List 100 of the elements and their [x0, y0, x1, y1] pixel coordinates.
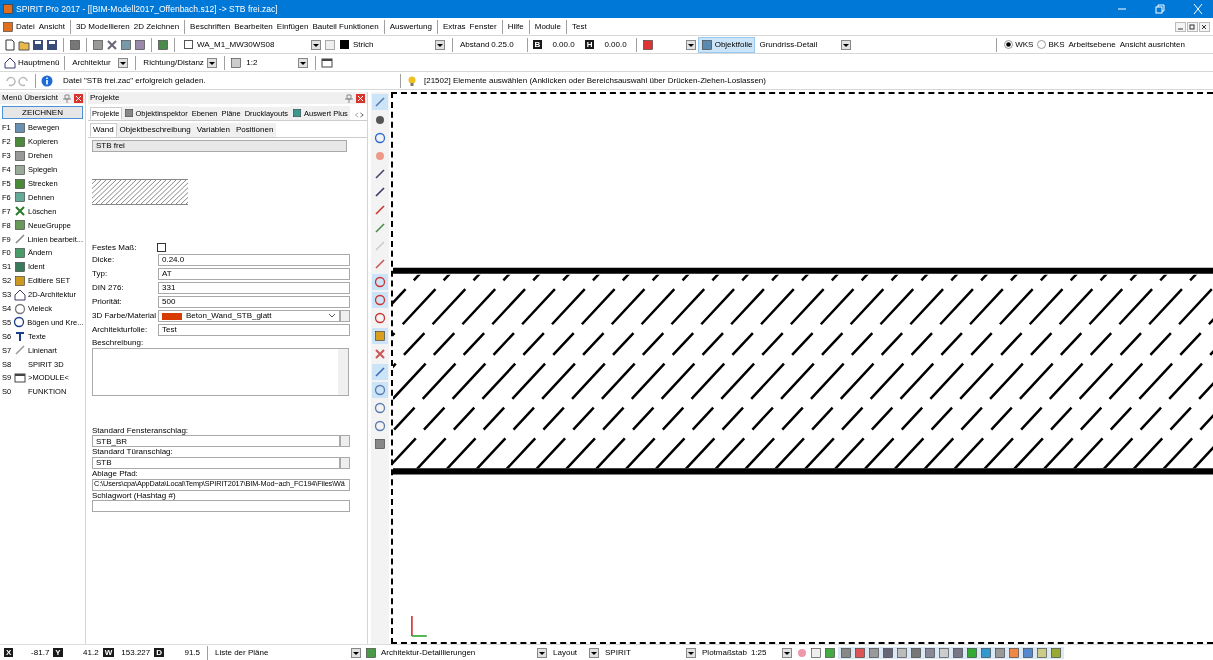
home-menu-button[interactable]: Hauptmenü	[4, 56, 60, 69]
toolbar-icon[interactable]	[909, 646, 922, 659]
style-dropdown[interactable]: SPIRIT	[603, 646, 699, 659]
coordinate-value: 91.5	[183, 647, 201, 658]
close-icon[interactable]	[74, 93, 83, 103]
toolbar-icon[interactable]	[1035, 646, 1048, 659]
text-field[interactable]: 331	[158, 282, 350, 295]
layer-checkbox[interactable]	[184, 40, 193, 49]
text-field[interactable]: STB_BR	[92, 435, 340, 448]
width-badge: B	[532, 39, 543, 50]
new-file-icon[interactable]	[4, 38, 16, 51]
material-dropdown[interactable]: Beton_Wand_STB_glatt	[158, 310, 340, 323]
text-field[interactable]: 500	[158, 296, 350, 309]
app-logo-icon	[2, 20, 14, 33]
scroll-right-icon[interactable]	[359, 110, 365, 120]
toolbar-icon[interactable]	[1007, 646, 1020, 659]
info-icon	[41, 74, 53, 87]
menu-item[interactable]: Auswertung	[387, 21, 434, 32]
menu-item[interactable]: Hilfe	[505, 21, 526, 32]
menu-item[interactable]: Ansicht	[36, 21, 67, 32]
lightbulb-icon	[406, 74, 418, 87]
objektfolie-button[interactable]: Objektfolie	[697, 36, 756, 53]
field-label: Dicke:	[92, 255, 116, 265]
coordinate-radio[interactable]: BKS	[1037, 39, 1065, 50]
toolbar-icon[interactable]	[853, 646, 866, 659]
plan-list-dropdown[interactable]: Liste der Pläne	[213, 646, 364, 659]
module-dropdown[interactable]: Architektur	[70, 56, 131, 69]
menu-item[interactable]: Test	[570, 21, 589, 32]
linetype-dropdown[interactable]: Strich	[351, 38, 447, 51]
save-icon[interactable]	[32, 38, 44, 51]
restore-icon[interactable]	[1153, 3, 1167, 15]
menu-item[interactable]: Fenster	[467, 21, 499, 32]
toolbar-icon[interactable]	[965, 646, 978, 659]
text-field[interactable]: Test	[158, 324, 350, 337]
zeichnen-button[interactable]: ZEICHNEN	[2, 106, 83, 119]
cut-icon[interactable]	[106, 38, 118, 51]
open-folder-icon[interactable]	[18, 38, 30, 51]
toolbar-icon[interactable]	[923, 646, 936, 659]
field-label: Typ:	[92, 269, 109, 279]
toolbar-icon[interactable]	[937, 646, 950, 659]
save-all-icon[interactable]	[46, 38, 58, 51]
radio-icon	[1037, 40, 1047, 49]
panel-title: Menü Übersicht	[2, 93, 60, 103]
coordinate-radio[interactable]: WKS	[1004, 39, 1034, 50]
pencil-icon	[373, 168, 386, 180]
menu-item[interactable]: Datei	[14, 21, 37, 32]
window-icon[interactable]	[321, 56, 334, 69]
coordinate-value: -81.7	[30, 647, 50, 658]
toolbar-icon[interactable]	[839, 646, 852, 659]
text-field[interactable]: AT	[158, 268, 350, 281]
menu-item[interactable]: Extras	[440, 21, 468, 32]
menu-item[interactable]: Bauteil Funktionen	[310, 21, 381, 32]
toolbar-icon[interactable]	[1021, 646, 1034, 659]
layout-dropdown[interactable]: Layout	[551, 646, 602, 659]
sub-tab[interactable]: Objektbeschreibung	[116, 123, 194, 137]
toolbar-icon[interactable]	[1049, 646, 1062, 659]
close-icon[interactable]	[1191, 3, 1205, 15]
menu-item[interactable]: 2D Zeichnen	[131, 21, 182, 32]
detail-dropdown[interactable]: Architektur-Detaillierungen	[379, 646, 550, 659]
sub-tab[interactable]: Wand	[90, 123, 117, 137]
pin-icon[interactable]	[345, 93, 353, 103]
menu-item[interactable]: 3D Modellieren	[73, 21, 132, 32]
distance-label: Abstand	[460, 39, 490, 50]
name-field[interactable]: STB frei	[92, 139, 347, 152]
sub-tab[interactable]: Positionen	[233, 123, 277, 137]
toolbar-icon[interactable]	[881, 646, 894, 659]
menu-item[interactable]: Einfügen	[274, 21, 311, 32]
menu-item[interactable]: Module	[532, 21, 563, 32]
mdi-window-controls-icon[interactable]	[1175, 21, 1211, 32]
field-label: Architekturfolie:	[92, 325, 149, 335]
text-field[interactable]: 0.24.0	[158, 254, 350, 267]
workplane-button[interactable]: Arbeitsebene	[1068, 39, 1116, 50]
field-label: Standard Türanschlag:	[92, 447, 174, 457]
view-dropdown[interactable]: Grundriss-Detail	[757, 38, 854, 51]
close-icon[interactable]	[356, 93, 365, 103]
sub-tab[interactable]: Variablen	[193, 123, 233, 137]
plot-scale-dropdown[interactable]: 1:25	[748, 646, 794, 659]
toolbar-icon[interactable]	[867, 646, 880, 659]
toolbar-icon[interactable]	[993, 646, 1006, 659]
align-view-button[interactable]: Ansicht ausrichten	[1119, 39, 1185, 50]
scale-dropdown[interactable]: 1:2	[244, 56, 311, 69]
menu-item[interactable]: Bearbeiten	[232, 21, 275, 32]
field-label: Schlagwort (Hashtag #)	[92, 490, 177, 501]
window-title: SPIRIT Pro 2017 - [[BIM-Modell2017_Offenbach.s12] -> STB frei.zac]	[16, 3, 279, 15]
color-swatch[interactable]	[340, 40, 349, 49]
toolbar-icon[interactable]	[951, 646, 964, 659]
toolbar-icon[interactable]	[895, 646, 908, 659]
height-badge: H	[584, 39, 595, 50]
text-field[interactable]	[92, 500, 350, 513]
mode-dropdown[interactable]: Richtung/Distanz	[141, 56, 220, 69]
layer-dropdown[interactable]: WA_M1_MW30WS08	[195, 38, 323, 51]
coordinate-badge: D	[154, 647, 165, 658]
field-label: Beschreibung:	[92, 338, 145, 348]
field-label: Festes Maß:	[92, 242, 138, 253]
dropdown-button[interactable]	[685, 39, 696, 50]
fixed-size-checkbox[interactable]	[157, 242, 166, 252]
text-field[interactable]: STB	[92, 456, 340, 469]
toolbar-icon[interactable]	[979, 646, 992, 659]
pin-icon[interactable]	[63, 93, 71, 103]
menu-item[interactable]: Beschriften	[188, 21, 233, 32]
